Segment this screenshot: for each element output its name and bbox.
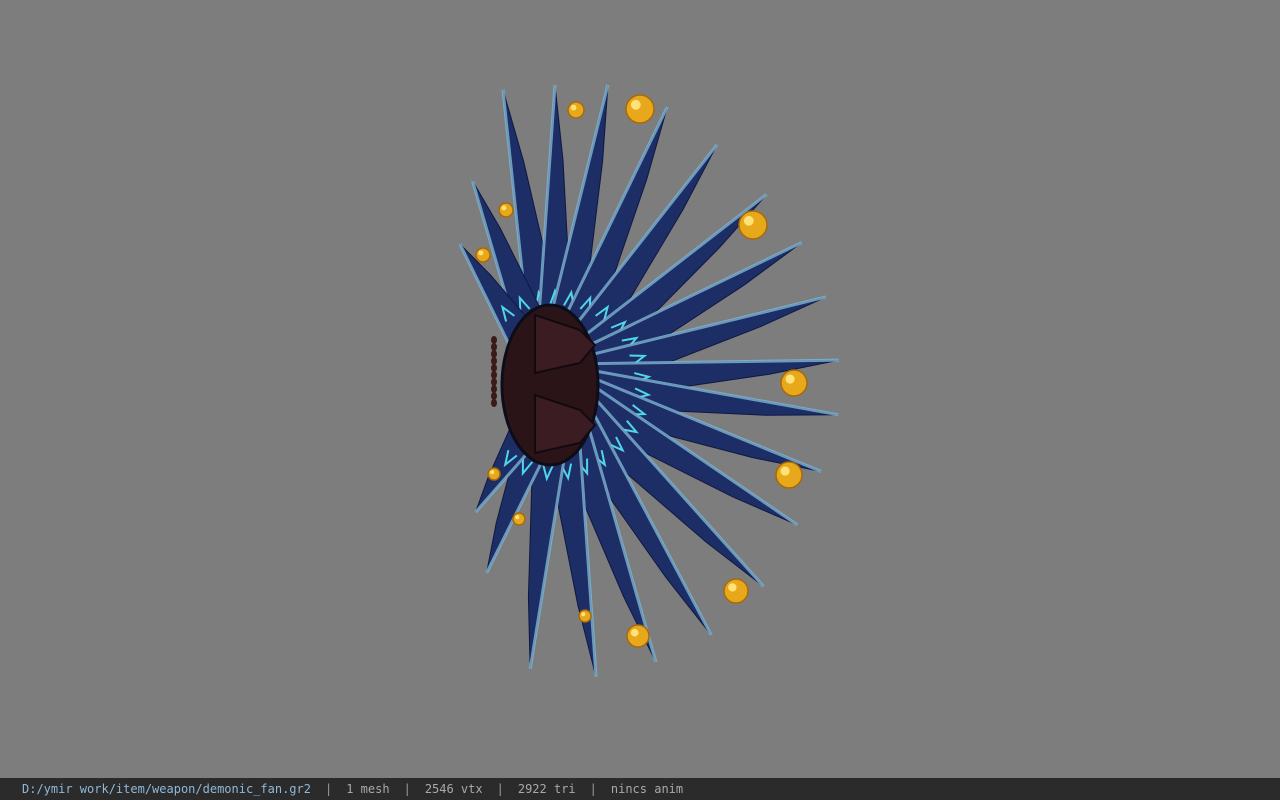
orb-shine [780,466,790,476]
gold-orb [775,461,803,489]
separator: | [589,782,597,796]
triangle-count: 2922 tri [517,782,576,796]
chain-link [491,385,497,393]
chain-link [491,343,497,351]
chain-link [491,392,497,400]
orb-shine [581,612,586,617]
3d-viewport[interactable] [0,0,1280,778]
orb-shine [490,470,495,475]
orb-shine [743,215,754,226]
mesh-count: 1 mesh [346,782,390,796]
separator: | [496,782,504,796]
gold-orb [498,202,514,218]
chain-link [491,399,497,407]
vertex-count: 2546 vtx [424,782,483,796]
separator: | [403,782,411,796]
orb-shine [501,205,507,211]
gold-orb [626,624,650,648]
animation-status: nincs anim [610,782,684,796]
chain-link [491,357,497,365]
orb-shine [570,104,577,111]
gold-orb [723,578,749,604]
gold-orb [578,609,592,623]
gold-orb [475,247,491,263]
model-render [458,84,840,678]
gold-orb [512,512,526,526]
chain-link [491,371,497,379]
gold-orb [780,369,808,397]
orb-shine [728,583,737,592]
gold-orb [567,101,585,119]
gold-orb [738,210,768,240]
gold-orb [487,467,501,481]
orb-shine [630,628,639,637]
file-path: D:/ymir work/item/weapon/demonic_fan.gr2 [22,782,311,796]
chain-link [491,364,497,372]
chain-link [491,336,497,344]
gold-orb [625,94,655,124]
separator: | [324,782,333,796]
chain-link [491,378,497,386]
orb-shine [515,515,520,520]
status-bar: D:/ymir work/item/weapon/demonic_fan.gr2… [0,778,1280,800]
orb-shine [785,374,795,384]
orb-shine [630,99,641,110]
chain-link [491,350,497,358]
orb-shine [478,250,484,256]
